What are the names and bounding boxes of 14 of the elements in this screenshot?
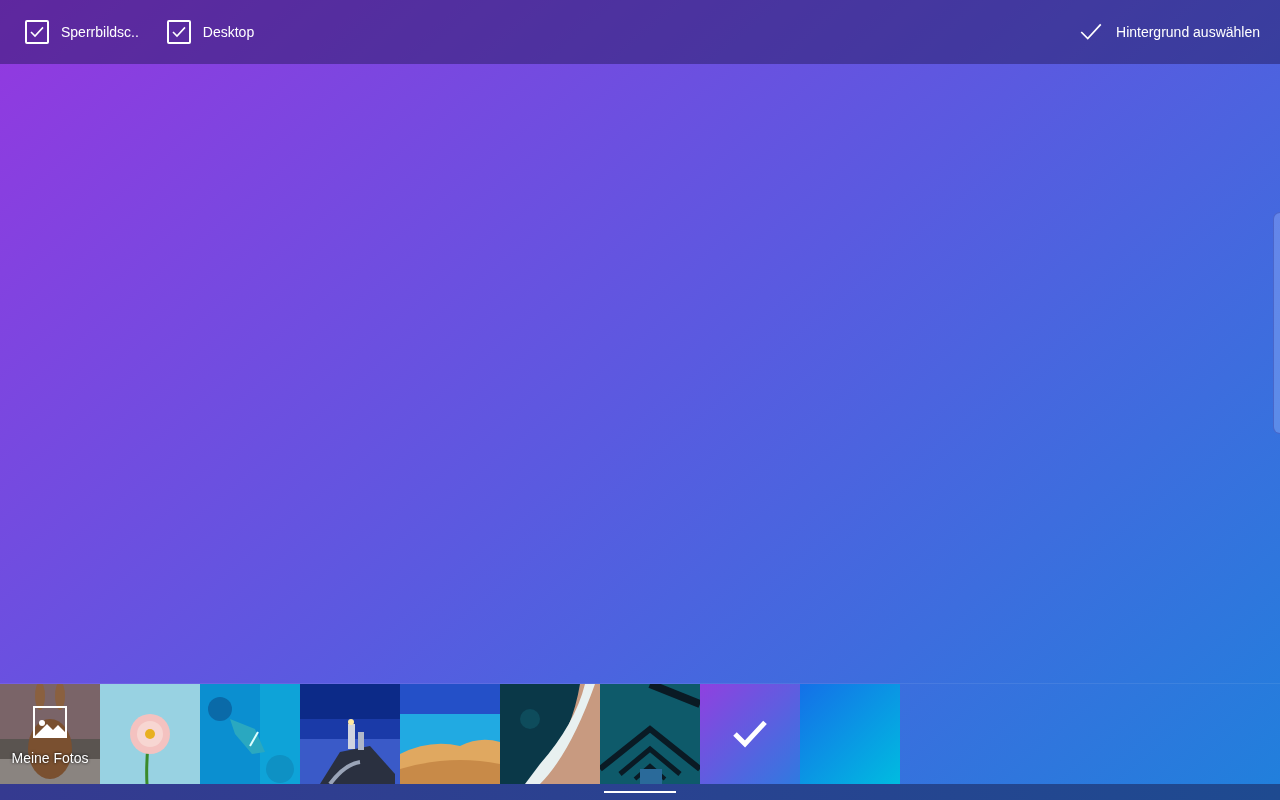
gradient-thumbnail[interactable] bbox=[800, 684, 900, 784]
checkbox-label: Desktop bbox=[202, 24, 255, 40]
page-indicator bbox=[604, 791, 676, 793]
checkbox[interactable] bbox=[166, 20, 191, 44]
checkbox-label: Sperrbildsc.. bbox=[61, 24, 139, 40]
gradient-thumbnail[interactable] bbox=[700, 684, 800, 784]
check-icon bbox=[170, 24, 187, 40]
thumbnail-label: Meine Fotos bbox=[11, 750, 89, 766]
check-icon bbox=[29, 24, 45, 40]
side-panel-handle[interactable] bbox=[1273, 212, 1280, 434]
my-photos-tile[interactable]: Meine Fotos bbox=[0, 684, 100, 784]
checkbox[interactable] bbox=[25, 20, 49, 44]
image-icon bbox=[33, 706, 67, 738]
apply-wallpaper-button[interactable]: Hintergrund auswählen bbox=[1078, 13, 1260, 51]
